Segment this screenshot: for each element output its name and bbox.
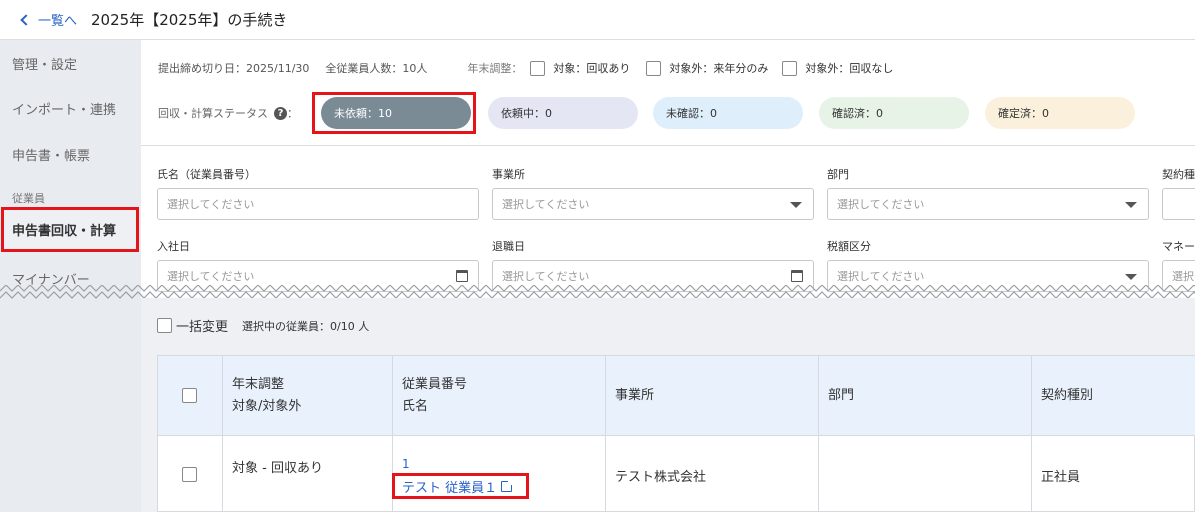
row-employee-name: テスト 従業員１ xyxy=(402,481,498,496)
procedure-meta: 提出締め切り日：2025/11/30 全従業員人数：10人 年末調整： 対象：回… xyxy=(158,60,893,76)
filter-hire-label: 入社日 xyxy=(157,240,190,253)
sidebar: 管理・設定 インポート・連携 申告書・帳票 従業員 申告書回収・計算 マイナンバ… xyxy=(0,40,141,512)
filter-dept-label: 部門 xyxy=(827,168,849,181)
divider xyxy=(141,145,1195,146)
year-end-label: 年末調整： xyxy=(467,62,523,75)
header-office: 事業所 xyxy=(615,388,655,403)
filter-contract-label: 契約種 xyxy=(1162,168,1195,181)
caret-down-icon xyxy=(1125,202,1137,208)
header-dept: 部門 xyxy=(828,388,855,403)
total-employees-text: 全従業員人数：10人 xyxy=(325,62,428,75)
filter-name-label: 氏名（従業員番号） xyxy=(157,168,256,181)
sidebar-item-settings[interactable]: 管理・設定 xyxy=(12,54,77,73)
hire-date-value: 選択してください xyxy=(167,270,255,283)
row-employee-number[interactable]: 1 xyxy=(402,457,410,471)
filter-exempt-no-collect[interactable]: 対象外：回収なし xyxy=(782,60,893,76)
column-divider xyxy=(818,356,819,512)
sidebar-item-collection-calc[interactable]: 申告書回収・計算 xyxy=(1,207,139,252)
status-label: 回収・計算ステータス ? ： xyxy=(158,97,298,129)
header-employee-line2: 氏名 xyxy=(402,399,429,414)
header-year-end: 年末調整 対象/対象外 xyxy=(232,374,301,418)
filter-mynumber-label: マネー xyxy=(1162,240,1195,253)
external-link-icon xyxy=(501,479,515,492)
checkbox[interactable] xyxy=(530,60,546,76)
header-employee-line1: 従業員番号 xyxy=(402,377,468,392)
retire-date-value: 選択してください xyxy=(502,270,590,283)
filter-office: 事業所 選択してください xyxy=(492,166,814,220)
header-employee: 従業員番号 氏名 xyxy=(402,374,467,418)
row-year-end: 対象 - 回収あり xyxy=(232,461,323,476)
row-employee-name-link[interactable]: テスト 従業員１ xyxy=(402,477,515,496)
filter-dept: 部門 選択してください xyxy=(827,166,1149,220)
caret-down-icon xyxy=(1125,274,1137,280)
bulk-change-label: 一括変更 xyxy=(176,320,229,335)
option-label: 対象外：回収なし xyxy=(805,62,894,75)
checkbox[interactable] xyxy=(782,60,798,76)
dept-select-value: 選択してください xyxy=(837,198,925,211)
contract-select[interactable] xyxy=(1162,188,1195,220)
chevron-left-icon xyxy=(20,13,32,26)
filter-hire-date: 入社日 選択してください xyxy=(157,238,479,292)
tax-category-value: 選択してください xyxy=(837,270,925,283)
filter-name: 氏名（従業員番号） 選択してください xyxy=(157,166,479,220)
filter-contract: 契約種 xyxy=(1162,166,1195,220)
calendar-icon[interactable] xyxy=(791,270,803,282)
checkbox[interactable] xyxy=(646,60,662,76)
calendar-icon[interactable] xyxy=(456,270,468,282)
sidebar-section-employees: 従業員 xyxy=(12,192,45,205)
bulk-change: 一括変更 選択中の従業員：0/10 人 xyxy=(157,316,369,335)
column-divider xyxy=(1031,356,1032,512)
status-pill-confirmed[interactable]: 確認済：0 xyxy=(819,97,969,129)
back-to-list-link[interactable]: 一覧へ xyxy=(20,10,78,29)
filter-retire-label: 退職日 xyxy=(492,240,525,253)
status-pill-finalized[interactable]: 確定済：0 xyxy=(985,97,1135,129)
help-icon[interactable]: ? xyxy=(274,106,287,120)
column-divider xyxy=(222,356,223,512)
status-pill-unconfirmed[interactable]: 未確認：0 xyxy=(653,97,803,129)
status-pill-requested[interactable]: 依頼中：0 xyxy=(488,97,638,129)
back-link-label: 一覧へ xyxy=(38,14,78,29)
dept-select[interactable]: 選択してください xyxy=(827,188,1149,220)
option-label: 対象外：来年分のみ xyxy=(669,62,769,75)
status-label-colon: ： xyxy=(287,107,298,120)
header-year-end-line2: 対象/対象外 xyxy=(232,399,302,414)
header-contract: 契約種別 xyxy=(1041,388,1094,403)
filter-retire-date: 退職日 選択してください xyxy=(492,238,814,292)
mynumber-select-value: 選択 xyxy=(1172,270,1194,283)
filter-tax-label: 税額区分 xyxy=(827,240,871,253)
status-filter-row: 回収・計算ステータス ? ： 未依頼：10 依頼中：0 未確認：0 確認済：0 … xyxy=(158,92,1135,134)
filter-mynumber: マネー 選択 xyxy=(1162,238,1195,292)
bulk-change-checkbox[interactable] xyxy=(157,318,172,333)
status-label-text: 回収・計算ステータス xyxy=(158,107,268,120)
office-select-value: 選択してください xyxy=(502,198,590,211)
filter-target-collect[interactable]: 対象：回収あり xyxy=(530,60,630,76)
page-title: 2025年【2025年】の手続き xyxy=(91,11,288,29)
caret-down-icon xyxy=(790,202,802,208)
top-bar: 一覧へ 2025年【2025年】の手続き xyxy=(0,0,1195,40)
status-pill-not-requested[interactable]: 未依頼：10 xyxy=(321,97,471,129)
sidebar-item-forms[interactable]: 申告書・帳票 xyxy=(12,145,90,164)
employee-table: 年末調整 対象/対象外 従業員番号 氏名 事業所 部門 契約種別 対象 - 回収… xyxy=(157,355,1195,512)
deadline-text: 提出締め切り日：2025/11/30 xyxy=(158,62,310,75)
table-header xyxy=(158,356,1195,436)
filter-tax-category: 税額区分 選択してください xyxy=(827,238,1149,292)
row-contract: 正社員 xyxy=(1041,470,1081,485)
row-office: テスト株式会社 xyxy=(615,470,707,485)
sidebar-item-import[interactable]: インポート・連携 xyxy=(12,99,116,118)
option-label: 対象：回収あり xyxy=(553,62,631,75)
selected-count: 選択中の従業員：0/10 人 xyxy=(242,319,370,333)
employee-list-section: 一括変更 選択中の従業員：0/10 人 年末調整 対象/対象外 従業員番号 氏名… xyxy=(141,298,1195,512)
filter-exempt-next-year[interactable]: 対象外：来年分のみ xyxy=(646,60,768,76)
office-select[interactable]: 選択してください xyxy=(492,188,814,220)
header-year-end-line1: 年末調整 xyxy=(232,377,285,392)
filter-office-label: 事業所 xyxy=(492,168,525,181)
name-input[interactable]: 選択してください xyxy=(157,188,479,220)
column-divider xyxy=(605,356,606,512)
select-all-checkbox[interactable] xyxy=(182,388,197,403)
row-checkbox[interactable] xyxy=(182,467,197,482)
